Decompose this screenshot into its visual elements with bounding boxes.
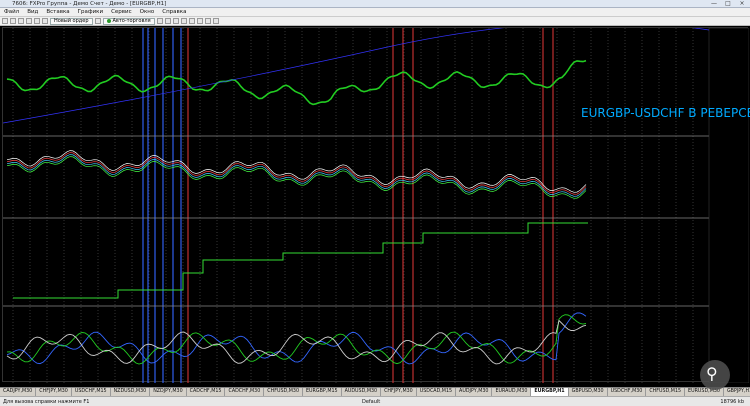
band-line	[6, 154, 587, 197]
chart-tab[interactable]: CHFJPY,M30	[36, 388, 72, 396]
menu-charts[interactable]: Графики	[78, 9, 103, 15]
navigator-icon[interactable]	[26, 18, 32, 24]
new-order-button[interactable]: Новый ордер	[50, 17, 93, 25]
status-traffic: 18796 kb	[720, 399, 744, 405]
new-chart-icon[interactable]	[2, 18, 8, 24]
chart-tab[interactable]: GBPUSD,M30	[569, 388, 608, 396]
horizontal-line-icon[interactable]	[180, 18, 187, 24]
market-watch-icon[interactable]	[18, 18, 24, 24]
chart-canvas[interactable]	[3, 28, 749, 383]
chart-tab[interactable]: CADJPY,M30	[0, 388, 37, 396]
chart-window[interactable]: EURGBP-USDCHF В РЕВЕРСЕ	[2, 27, 750, 383]
terminal-icon[interactable]	[34, 18, 40, 24]
price-scale	[708, 28, 749, 383]
meta-editor-icon[interactable]	[94, 18, 101, 24]
menu-file[interactable]: Файл	[4, 9, 19, 15]
chart-tab[interactable]: CHFUSD,M15	[646, 388, 686, 396]
chart-tab[interactable]: EURGBP,M15	[303, 388, 342, 396]
chart-tab[interactable]: NZDUSD,M30	[111, 388, 151, 396]
chart-overlay-text: EURGBP-USDCHF В РЕВЕРСЕ	[581, 106, 750, 120]
cursor-icon[interactable]	[156, 18, 163, 24]
status-hint: Для вызова справки нажмите F1	[3, 399, 90, 405]
chart-tab[interactable]: USDCHF,M15	[72, 388, 111, 396]
oscillator-line	[6, 312, 587, 365]
close-icon[interactable]: ×	[738, 1, 746, 7]
zoom-in-icon[interactable]	[204, 18, 211, 24]
text-tool-icon[interactable]	[196, 18, 203, 24]
chart-tab[interactable]: CHFUSD,M30	[264, 388, 304, 396]
autotrading-button[interactable]: Авто-торговля	[102, 17, 155, 25]
trendline-icon[interactable]	[188, 18, 195, 24]
chart-tabs: CADJPY,M30 CHFJPY,M30 USDCHF,M15 NZDUSD,M30…	[0, 387, 750, 396]
chart-tab[interactable]: EURGBP,H1	[531, 388, 569, 396]
chart-tab[interactable]: USDCHF,M30	[608, 388, 647, 396]
new-order-label: Новый ордер	[54, 17, 89, 24]
zoom-out-icon[interactable]	[212, 18, 219, 24]
chart-tab[interactable]: EURAUD,M30	[492, 388, 532, 396]
autotrading-status-icon	[106, 19, 111, 23]
magnifier-icon: ⚲	[706, 364, 718, 383]
crosshair-icon[interactable]	[164, 18, 171, 24]
chart-tab[interactable]: CHFJPY,M30	[381, 388, 417, 396]
status-profile: Default	[362, 399, 381, 405]
maximize-icon[interactable]: □	[724, 1, 732, 7]
chart-tab[interactable]: AUDUSD,M30	[342, 388, 382, 396]
menu-tools[interactable]: Сервис	[111, 9, 132, 15]
equity-step-line	[13, 222, 588, 299]
autotrading-label: Авто-торговля	[112, 17, 151, 24]
window-controls: — □ ×	[710, 1, 746, 7]
status-bar: Для вызова справки нажмите F1 Default 18…	[0, 396, 750, 406]
vertical-line-icon[interactable]	[172, 18, 179, 24]
tester-icon[interactable]	[42, 18, 48, 24]
menu-bar: Файл Вид Вставка Графики Сервис Окно Спр…	[0, 8, 750, 17]
profiles-icon[interactable]	[10, 18, 16, 24]
menu-insert[interactable]: Вставка	[46, 9, 69, 15]
chart-tab[interactable]: CADCHF,M30	[225, 388, 265, 396]
chart-tab[interactable]: NZDJPY,M30	[150, 388, 187, 396]
chart-tab[interactable]: AUDJPY,M30	[456, 388, 493, 396]
window-title: 7606: FXPro Группа - Демо Счет - Демо - …	[12, 1, 167, 7]
menu-help[interactable]: Справка	[162, 9, 186, 15]
chart-tab[interactable]: GBPJPY,H1	[724, 388, 750, 396]
title-bar: 7606: FXPro Группа - Демо Счет - Демо - …	[0, 0, 750, 8]
menu-window[interactable]: Окно	[140, 9, 155, 15]
chart-tab[interactable]: USDCAD,M15	[417, 388, 457, 396]
toolbar: Новый ордер Авто-торговля	[0, 17, 750, 26]
chart-tab[interactable]: CADCHF,M15	[187, 388, 226, 396]
price-line	[6, 59, 587, 106]
minimize-icon[interactable]: —	[710, 1, 718, 7]
band-line	[6, 156, 587, 199]
menu-view[interactable]: Вид	[27, 9, 38, 15]
zoom-overlay-button[interactable]: ⚲	[700, 360, 730, 390]
